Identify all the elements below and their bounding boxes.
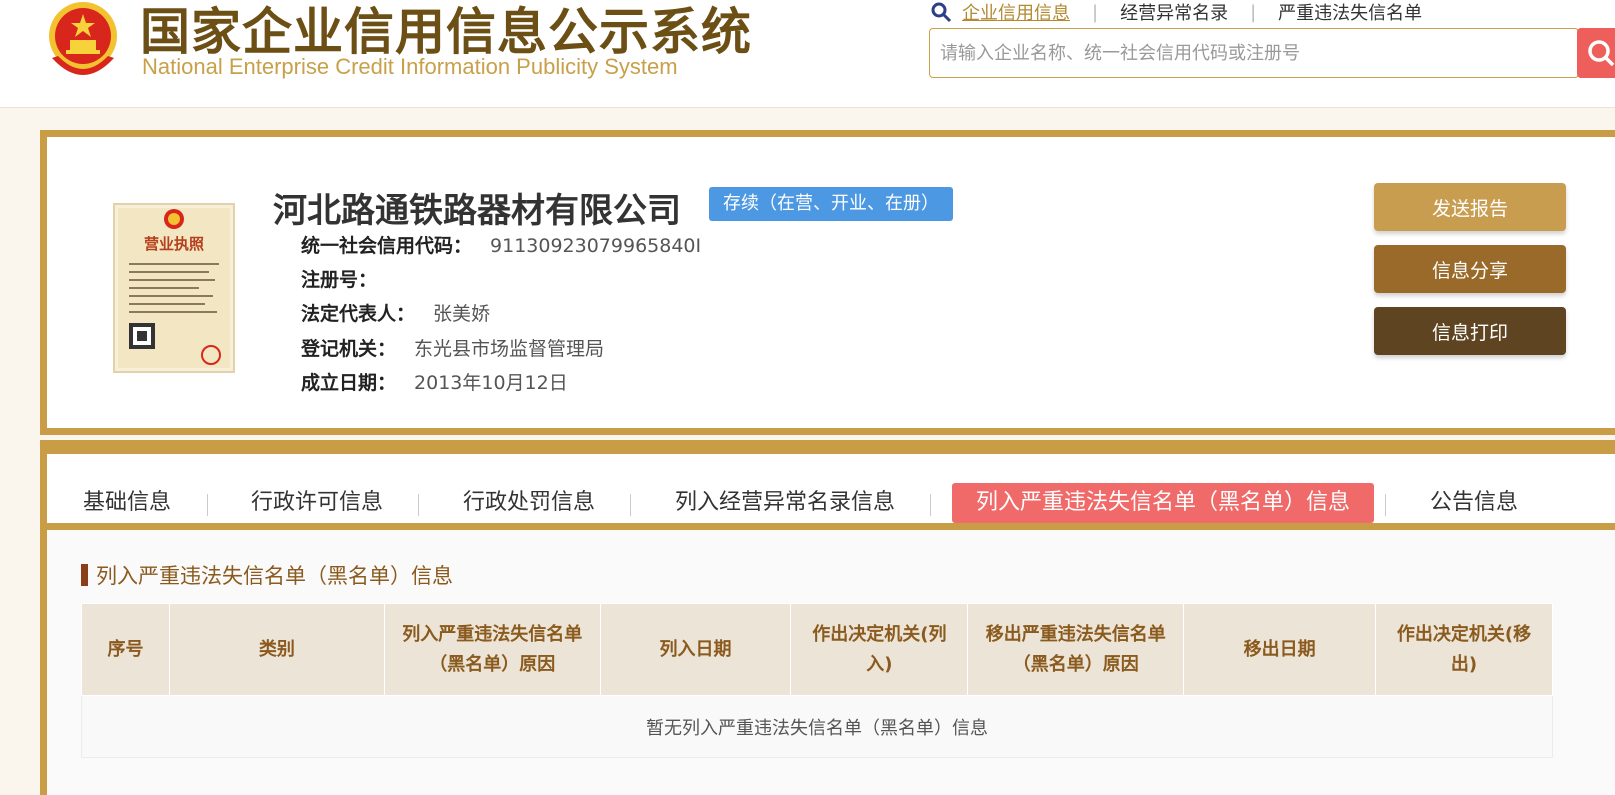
tab-admin-license[interactable]: 行政许可信息 (251, 483, 383, 523)
company-name: 河北路通铁路器材有限公司 (273, 191, 681, 231)
search-box (929, 28, 1579, 78)
section-marker (81, 564, 88, 586)
send-report-button[interactable]: 发送报告 (1374, 183, 1566, 231)
info-value: 91130923079965840I (490, 235, 702, 257)
tab-bar: 基础信息 行政许可信息 行政处罚信息 列入经营异常名录信息 列入严重违法失信名单… (40, 440, 1615, 530)
tab-basic-info[interactable]: 基础信息 (83, 483, 171, 523)
section-title: 列入严重违法失信名单（黑名单）信息 (81, 560, 453, 590)
column-header: 作出决定机关(移出) (1375, 603, 1553, 696)
column-header: 列入严重违法失信名单（黑名单）原因 (383, 603, 601, 696)
share-info-button[interactable]: 信息分享 (1374, 245, 1566, 293)
tab-separator (930, 494, 931, 516)
info-establish-date: 成立日期： 2013年10月12日 (301, 368, 568, 395)
status-badge: 存续（在营、开业、在册） (709, 187, 953, 221)
site-title-en: National Enterprise Credit Information P… (142, 54, 678, 79)
top-nav: 企业信用信息 | 经营异常名录 | 严重违法失信名单 (930, 0, 1422, 24)
info-label: 成立日期： (301, 372, 397, 394)
column-header: 类别 (168, 603, 385, 696)
national-emblem-icon (49, 2, 117, 75)
search-input[interactable] (940, 42, 1540, 64)
info-value: 2013年10月12日 (414, 372, 568, 394)
business-license-thumbnail[interactable]: 营业执照 (113, 203, 235, 373)
tab-separator (418, 494, 419, 516)
empty-state-text: 暂无列入严重违法失信名单（黑名单）信息 (81, 695, 1553, 758)
blacklist-section: 列入严重违法失信名单（黑名单）信息 序号 类别 列入严重违法失信名单（黑名单）原… (40, 530, 1615, 795)
blacklist-table: 序号 类别 列入严重违法失信名单（黑名单）原因 列入日期 作出决定机关(列入) … (81, 603, 1553, 758)
table-row: 暂无列入严重违法失信名单（黑名单）信息 (81, 695, 1553, 758)
license-title: 营业执照 (144, 235, 204, 253)
column-header: 移出严重违法失信名单（黑名单）原因 (967, 603, 1185, 696)
info-label: 登记机关： (301, 338, 397, 360)
info-value: 东光县市场监督管理局 (414, 338, 605, 360)
tab-separator (1385, 494, 1386, 516)
search-icon (931, 2, 952, 23)
column-header: 作出决定机关(列入) (790, 603, 969, 696)
info-registration-number: 注册号： (301, 265, 395, 292)
tab-announcement[interactable]: 公告信息 (1430, 483, 1518, 523)
site-header: 国家企业信用信息公示系统 National Enterprise Credit … (0, 0, 1615, 108)
column-header: 移出日期 (1183, 603, 1377, 696)
column-header: 列入日期 (599, 603, 792, 696)
nav-abnormal-list[interactable]: 经营异常名录 (1120, 0, 1228, 25)
nav-blacklist[interactable]: 严重违法失信名单 (1278, 0, 1422, 25)
tab-admin-penalty[interactable]: 行政处罚信息 (463, 483, 595, 523)
info-label: 注册号： (301, 269, 378, 291)
license-image-icon: 营业执照 (129, 209, 221, 365)
tab-blacklist[interactable]: 列入严重违法失信名单（黑名单）信息 (952, 483, 1375, 523)
tab-separator (207, 494, 208, 516)
search-button[interactable] (1577, 28, 1615, 78)
info-legal-representative: 法定代表人： 张美娇 (301, 299, 490, 326)
info-value: 张美娇 (433, 303, 491, 325)
nav-separator: | (1250, 1, 1257, 23)
info-credit-code: 统一社会信用代码： 91130923079965840I (301, 231, 701, 258)
table-header-row: 序号 类别 列入严重违法失信名单（黑名单）原因 列入日期 作出决定机关(列入) … (81, 603, 1553, 696)
nav-separator: | (1092, 1, 1099, 23)
search-icon (1588, 40, 1615, 67)
nav-enterprise-credit[interactable]: 企业信用信息 (962, 0, 1070, 25)
info-label: 法定代表人： (301, 303, 416, 325)
company-card: 营业执照 河北路通铁路器材有限公司 存续（在营、开业、在册） 统一社会信用代码：… (40, 130, 1615, 435)
print-info-button[interactable]: 信息打印 (1374, 307, 1566, 355)
section-title-text: 列入严重违法失信名单（黑名单）信息 (96, 564, 453, 588)
tab-abnormal-operation[interactable]: 列入经营异常名录信息 (675, 483, 895, 523)
tab-separator (630, 494, 631, 516)
info-label: 统一社会信用代码： (301, 235, 473, 257)
column-header: 序号 (81, 603, 170, 696)
info-registration-authority: 登记机关： 东光县市场监督管理局 (301, 334, 604, 361)
